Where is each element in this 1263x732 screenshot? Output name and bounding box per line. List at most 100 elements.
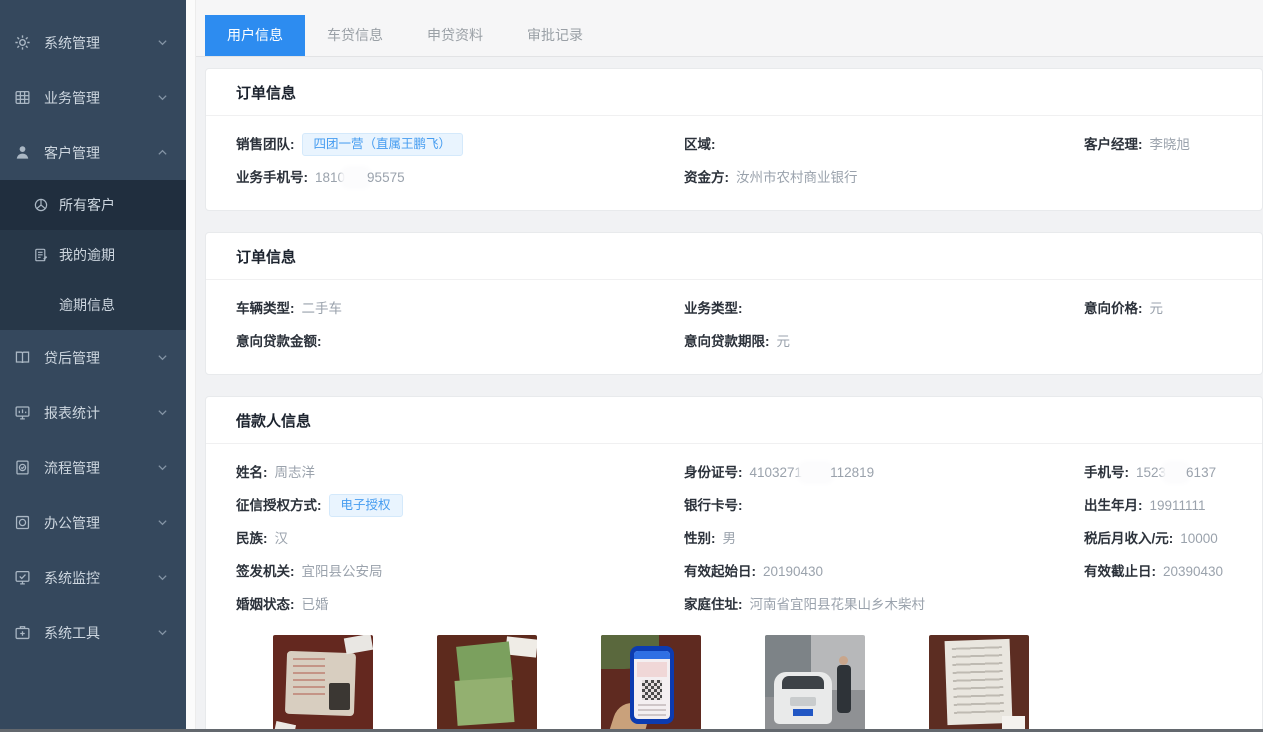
- tab-user-info[interactable]: 用户信息: [205, 15, 305, 56]
- photo-drivers-license[interactable]: 驾驶证照片: [437, 635, 537, 732]
- person-car-photo-thumbnail[interactable]: [765, 635, 865, 732]
- chevron-down-icon: [157, 92, 168, 103]
- field-mobile: 手机号:15236137: [1084, 456, 1232, 489]
- monitor-icon: [14, 404, 31, 421]
- card-title: 订单信息: [206, 233, 1262, 280]
- redaction-blur: [345, 170, 367, 185]
- sidebar-item-system-management[interactable]: 系统管理: [0, 15, 186, 70]
- field-label: 业务手机号:: [236, 170, 308, 185]
- field-value: 181095575: [315, 170, 405, 185]
- sidebar: 系统管理 业务管理 客户管理 所有客户 我的逾期 逾期信息: [0, 0, 186, 732]
- sidebar-item-label: 办公管理: [44, 513, 100, 533]
- field-intent-loan-amount: 意向贷款金额:: [236, 325, 684, 358]
- chevron-down-icon: [157, 462, 168, 473]
- credit-auth-photo-thumbnail[interactable]: [601, 635, 701, 732]
- sidebar-item-process-management[interactable]: 流程管理: [0, 440, 186, 495]
- sidebar-subitem-label: 所有客户: [59, 195, 115, 215]
- photo-id-card[interactable]: 身份证: [273, 635, 373, 732]
- redaction-blur: [802, 465, 830, 480]
- card-title: 借款人信息: [206, 397, 1262, 444]
- field-value: 汝州市农村商业银行: [736, 170, 858, 185]
- field-value: 二手车: [302, 301, 343, 316]
- id-card-photo-thumbnail[interactable]: [273, 635, 373, 732]
- field-gender: 性别:男: [684, 522, 1084, 555]
- sidebar-item-system-tools[interactable]: 系统工具: [0, 605, 186, 660]
- sidebar-item-label: 业务管理: [44, 88, 100, 108]
- credit-auth-tag[interactable]: 电子授权: [329, 494, 403, 517]
- tab-approval-records[interactable]: 审批记录: [505, 15, 605, 56]
- order-info-card: 订单信息 销售团队:四团一营（直属王鹏飞） 区域: 客户经理:李晓旭 业务手机号…: [205, 68, 1263, 211]
- sales-team-tag[interactable]: 四团一营（直属王鹏飞）: [302, 133, 464, 156]
- field-monthly-income: 税后月收入/元:10000: [1084, 522, 1232, 555]
- tab-loan-application-docs[interactable]: 申贷资料: [405, 15, 505, 56]
- redaction-blur: [1166, 465, 1186, 480]
- photo-person-with-car[interactable]: 人车合影: [765, 635, 865, 732]
- sidebar-subitem-all-customers[interactable]: 所有客户: [0, 180, 186, 230]
- chevron-down-icon: [157, 37, 168, 48]
- sidebar-item-postloan-management[interactable]: 贷后管理: [0, 330, 186, 385]
- field-label: 资金方:: [684, 170, 729, 185]
- field-credit-auth-method: 征信授权方式:电子授权: [236, 489, 684, 522]
- open-book-icon: [14, 349, 31, 366]
- chevron-down-icon: [157, 352, 168, 363]
- field-bank-card: 银行卡号:: [684, 489, 1084, 522]
- sidebar-item-office-management[interactable]: 办公管理: [0, 495, 186, 550]
- sidebar-item-label: 系统监控: [44, 568, 100, 588]
- field-vehicle-type: 车辆类型: 二手车: [236, 292, 684, 325]
- drivers-license-photo-thumbnail[interactable]: [437, 635, 537, 732]
- field-value: 李晓旭: [1150, 137, 1191, 152]
- sidebar-subitem-overdue-info[interactable]: 逾期信息: [0, 280, 186, 330]
- customer-management-submenu: 所有客户 我的逾期 逾期信息: [0, 180, 186, 330]
- sidebar-subitem-my-overdue[interactable]: 我的逾期: [0, 230, 186, 280]
- chevron-down-icon: [157, 517, 168, 528]
- field-account-manager: 客户经理: 李晓旭: [1084, 128, 1232, 161]
- sidebar-subitem-label: 我的逾期: [59, 245, 115, 265]
- field-label: 车辆类型:: [236, 301, 295, 316]
- document-pencil-icon: [33, 247, 49, 263]
- photo-handwritten-document[interactable]: 其他材料: [929, 635, 1029, 732]
- sidebar-item-label: 系统管理: [44, 33, 100, 53]
- field-business-type: 业务类型:: [684, 292, 1084, 325]
- user-icon: [14, 144, 31, 161]
- field-sales-team: 销售团队: 四团一营（直属王鹏飞）: [236, 128, 684, 161]
- field-label: 意向价格:: [1084, 301, 1143, 316]
- field-label: 意向贷款期限:: [684, 334, 770, 349]
- sidebar-item-business-management[interactable]: 业务管理: [0, 70, 186, 125]
- sidebar-subitem-label: 逾期信息: [59, 295, 115, 315]
- tab-car-loan-info[interactable]: 车贷信息: [305, 15, 405, 56]
- field-intent-loan-term: 意向贷款期限: 元: [684, 325, 1084, 358]
- monitor-check-icon: [14, 569, 31, 586]
- photo-credit-auth-qr[interactable]: 征信授权: [601, 635, 701, 732]
- document-photo-thumbnail[interactable]: [929, 635, 1029, 732]
- gear-icon: [14, 34, 31, 51]
- vehicle-order-info-card: 订单信息 车辆类型: 二手车 业务类型: 意向价格: 元 意向贷款金额:: [205, 232, 1263, 375]
- field-issuing-authority: 签发机关:宜阳县公安局: [236, 555, 684, 588]
- chevron-down-icon: [157, 407, 168, 418]
- field-valid-to: 有效截止日:20390430: [1084, 555, 1232, 588]
- sidebar-item-report-statistics[interactable]: 报表统计: [0, 385, 186, 440]
- field-name: 姓名:周志洋: [236, 456, 684, 489]
- field-value: 元: [777, 334, 791, 349]
- chevron-down-icon: [157, 627, 168, 638]
- field-ethnicity: 民族:汉: [236, 522, 684, 555]
- chevron-up-icon: [157, 147, 168, 158]
- field-label: 区域:: [684, 137, 716, 152]
- field-label: 客户经理:: [1084, 137, 1143, 152]
- field-marital-status: 婚姻状态:已婚: [236, 588, 684, 621]
- sidebar-item-system-monitor[interactable]: 系统监控: [0, 550, 186, 605]
- sidebar-item-label: 系统工具: [44, 623, 100, 643]
- grid-icon: [14, 89, 31, 106]
- field-value: 元: [1150, 301, 1164, 316]
- detail-content: 订单信息 销售团队: 四团一营（直属王鹏飞） 区域: 客户经理: 李晓旭 业务手机号…: [186, 57, 1263, 732]
- field-label: 意向贷款金额:: [236, 334, 322, 349]
- chevron-down-icon: [157, 572, 168, 583]
- borrower-photo-gallery: 身份证 驾驶证照片 征信授权: [273, 635, 1232, 732]
- sidebar-item-customer-management[interactable]: 客户管理: [0, 125, 186, 180]
- square-circle-icon: [14, 514, 31, 531]
- pie-chart-icon: [33, 197, 49, 213]
- field-label: 销售团队:: [236, 137, 295, 152]
- field-home-address: 家庭住址:河南省宜阳县花果山乡木柴村: [684, 588, 1084, 621]
- toolbox-icon: [14, 624, 31, 641]
- field-funder: 资金方: 汝州市农村商业银行: [684, 161, 1084, 194]
- workflow-check-icon: [14, 459, 31, 476]
